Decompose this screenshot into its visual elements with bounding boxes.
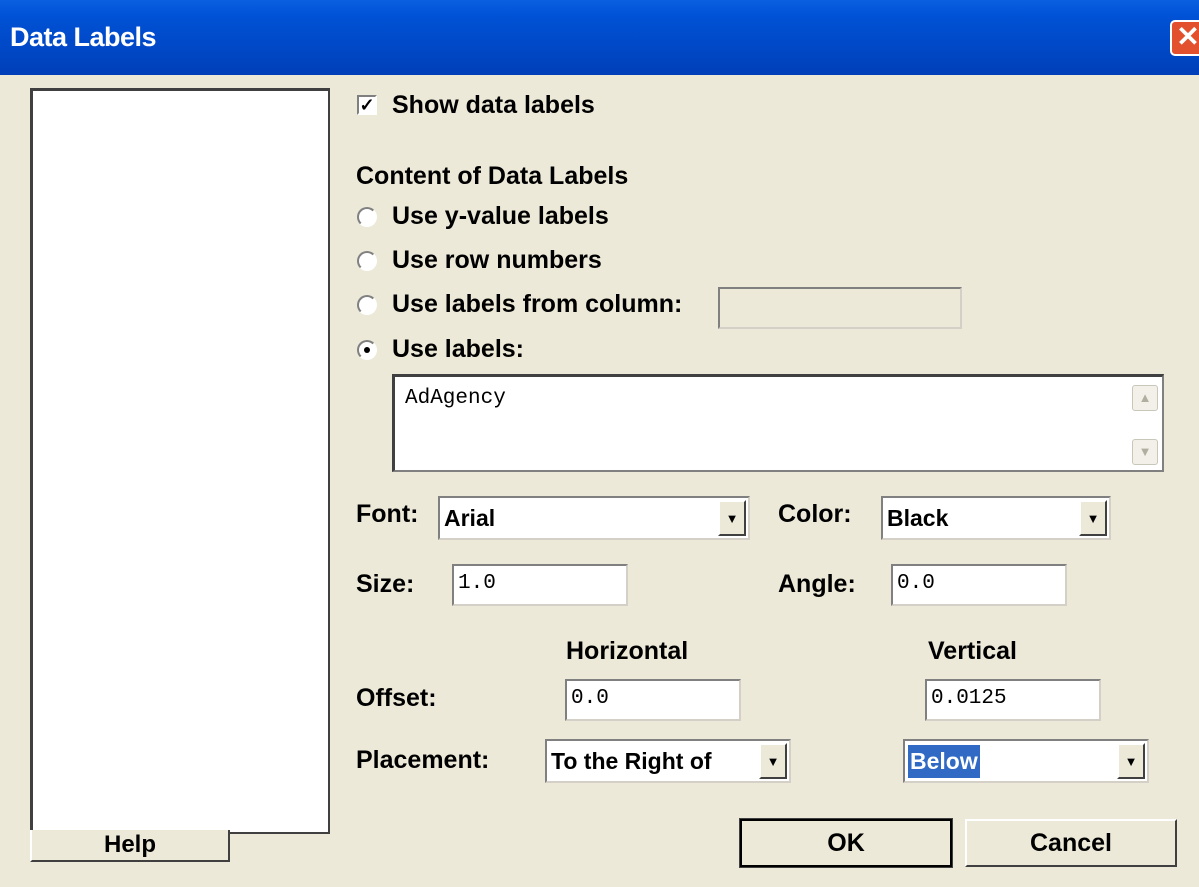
title-bar: Data Labels ✕ — [0, 0, 1199, 75]
offset-label: Offset: — [356, 684, 437, 712]
font-label: Font: — [356, 500, 419, 528]
color-label: Color: — [778, 500, 852, 528]
radio-use-y-value-labels[interactable] — [357, 207, 377, 227]
vertical-header: Vertical — [928, 637, 1017, 665]
help-button-label: Help — [103, 831, 156, 858]
radio-label-row-numbers: Use row numbers — [392, 246, 602, 274]
show-data-labels-checkbox[interactable]: ✓ — [357, 95, 377, 115]
chevron-down-icon[interactable]: ▼ — [759, 743, 787, 779]
angle-label: Angle: — [778, 570, 856, 598]
scroll-up-icon: ▲ — [1138, 390, 1152, 405]
chevron-down-icon[interactable]: ▼ — [718, 500, 746, 536]
font-value: Arial — [444, 505, 496, 531]
scroll-down-icon: ▼ — [1138, 444, 1152, 459]
horizontal-header: Horizontal — [566, 637, 689, 665]
color-select[interactable]: Black ▼ — [881, 496, 1111, 540]
close-icon: ✕ — [1176, 21, 1199, 52]
show-data-labels-label: Show data labels — [392, 91, 595, 119]
close-button[interactable]: ✕ — [1170, 20, 1199, 56]
cancel-button[interactable]: Cancel — [965, 819, 1177, 867]
placement-label: Placement: — [356, 746, 490, 774]
ok-button-label: OK — [827, 829, 865, 857]
scroll-down-button[interactable]: ▼ — [1132, 439, 1158, 465]
size-input[interactable]: 1.0 — [452, 564, 628, 606]
radio-label-from-column: Use labels from column: — [392, 290, 683, 318]
horizontal-placement-select[interactable]: To the Right of ▼ — [545, 739, 791, 783]
cancel-button-label: Cancel — [1030, 829, 1112, 857]
radio-label-use-labels: Use labels: — [392, 335, 525, 363]
column-field[interactable] — [718, 287, 962, 329]
font-select[interactable]: Arial ▼ — [438, 496, 750, 540]
vertical-placement-select[interactable]: Below ▼ — [903, 739, 1149, 783]
radio-use-labels-from-column[interactable] — [357, 295, 377, 315]
radio-use-labels[interactable] — [357, 340, 377, 360]
ok-button[interactable]: OK — [739, 818, 953, 868]
vertical-placement-value: Below — [908, 745, 980, 778]
labels-text: AdAgency — [405, 387, 506, 410]
horizontal-placement-value: To the Right of — [551, 748, 712, 774]
help-button[interactable]: Help — [30, 830, 230, 862]
radio-use-row-numbers[interactable] — [357, 251, 377, 271]
chevron-down-icon[interactable]: ▼ — [1079, 500, 1107, 536]
horizontal-offset-input[interactable]: 0.0 — [565, 679, 741, 721]
radio-label-y-value: Use y-value labels — [392, 202, 609, 230]
item-list-box[interactable] — [30, 88, 330, 834]
angle-input[interactable]: 0.0 — [891, 564, 1067, 606]
chevron-down-icon[interactable]: ▼ — [1117, 743, 1145, 779]
vertical-offset-input[interactable]: 0.0125 — [925, 679, 1101, 721]
check-icon: ✓ — [359, 95, 375, 115]
size-label: Size: — [356, 570, 415, 598]
content-heading: Content of Data Labels — [356, 162, 629, 190]
window-title: Data Labels — [10, 22, 157, 52]
color-value: Black — [887, 505, 949, 531]
scroll-up-button[interactable]: ▲ — [1132, 385, 1158, 411]
labels-textarea[interactable]: AdAgency ▲ ▼ — [392, 374, 1164, 472]
radio-selected-dot — [364, 347, 370, 353]
